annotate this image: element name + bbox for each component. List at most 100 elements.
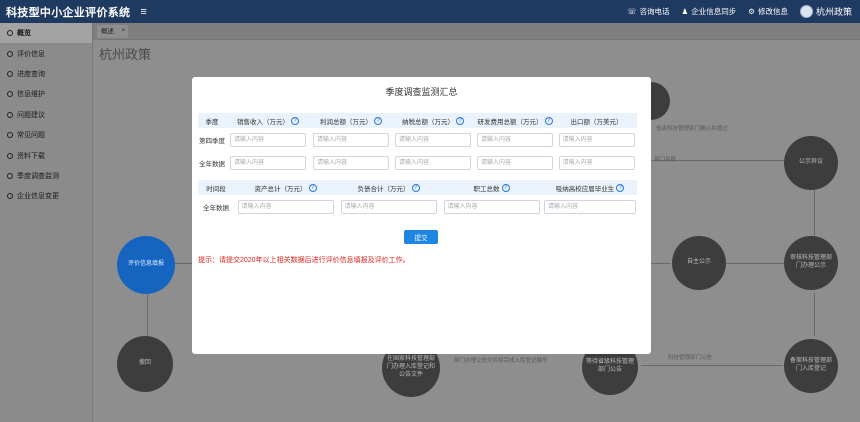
help-icon[interactable]: ? xyxy=(456,116,464,125)
sidebar-item-overview[interactable]: 概览 xyxy=(0,23,92,44)
sidebar-item-quarterly-survey[interactable]: 季度调查监测 xyxy=(0,166,92,186)
row-label: 全年数据 xyxy=(199,160,225,168)
header-cell: 销售收入（万元）? xyxy=(226,116,310,126)
tax-year-input[interactable] xyxy=(395,155,471,170)
top-right-actions: ☏ 咨询电话 ♟ 企业信息同步 ⚙ 修改信息 杭州政策 xyxy=(627,0,852,23)
liabilities-input[interactable] xyxy=(340,199,437,214)
circle-icon xyxy=(7,70,13,77)
edge-label: 科技管理部门公告 xyxy=(668,355,713,361)
help-icon[interactable]: ? xyxy=(411,183,420,192)
row-label: 全年数据 xyxy=(203,204,229,212)
submit-button[interactable]: 提交 xyxy=(404,230,438,244)
header-label: 纳税总额（万元） xyxy=(402,118,454,126)
circle-icon xyxy=(7,132,13,139)
sidebar-item-label: 季度调查监测 xyxy=(17,172,59,180)
sidebar-item-label: 企业信息变更 xyxy=(17,193,59,201)
header-label: 利润总额（万元） xyxy=(320,118,372,126)
export-year-input[interactable] xyxy=(558,155,635,170)
flow-edge xyxy=(651,263,671,264)
edit-info-label: 修改信息 xyxy=(757,7,788,16)
header-cell: 职工总数? xyxy=(440,183,543,193)
header-cell: 纳税总额（万元）? xyxy=(392,116,474,126)
rd-q4-input[interactable] xyxy=(477,132,553,147)
header-cell: 吸纳高校应届毕业生? xyxy=(543,183,637,193)
sidebar-item-label: 信息维护 xyxy=(17,91,45,99)
header-cell: 出口额（万美元） xyxy=(556,116,637,126)
sidebar-item-label: 概览 xyxy=(17,30,31,38)
help-icon[interactable]: ? xyxy=(291,116,299,125)
circle-icon xyxy=(7,193,13,200)
graduates-input[interactable] xyxy=(544,199,636,214)
sidebar-item-progress[interactable]: 进度查询 xyxy=(0,64,92,84)
edit-info-link[interactable]: ⚙ 修改信息 xyxy=(748,6,788,17)
header-label: 出口额（万美元） xyxy=(570,118,623,126)
header-cell: 负债合计（万元）? xyxy=(337,183,440,193)
phone-icon: ☏ xyxy=(627,7,637,16)
quarterly-table: 季度 销售收入（万元）? 利润总额（万元）? 纳税总额（万元）? 研发费用总额（… xyxy=(198,113,637,218)
flow-edge xyxy=(641,365,783,366)
edge-label: 部门办理公告文件和完成入库登记编号 xyxy=(454,358,548,364)
company-sync-link[interactable]: ♟ 企业信息同步 xyxy=(682,6,737,17)
sidebar-item-maintenance[interactable]: 信息维护 xyxy=(0,84,92,104)
sidebar-item-suggestions[interactable]: 问题建议 xyxy=(0,105,92,125)
sidebar: 概览 评价信息 进度查询 信息维护 问题建议 常见问题 资料下载 季度调查监测 … xyxy=(0,23,93,422)
header-cell: 利润总额（万元）? xyxy=(310,116,392,126)
flow-node-register[interactable]: 备案科技管理部门入库登记 xyxy=(784,339,838,393)
sidebar-item-company-change[interactable]: 企业信息变更 xyxy=(0,186,92,206)
header-cell: 季度 xyxy=(198,116,226,126)
flow-edge xyxy=(726,263,784,264)
hint-text: 提示：请提交2020年以上相关数据后进行评价信息填报及评价工作。 xyxy=(198,257,410,264)
export-q4-input[interactable] xyxy=(558,132,635,147)
close-icon[interactable]: × xyxy=(121,25,125,38)
flow-node-objection[interactable]: 公示异议 xyxy=(784,136,838,190)
header-label: 季度 xyxy=(205,118,219,126)
user-menu[interactable]: 杭州政策 xyxy=(799,5,852,18)
profit-q4-input[interactable] xyxy=(313,132,389,147)
rd-year-input[interactable] xyxy=(477,155,553,170)
header-label: 资产总计（万元） xyxy=(254,185,307,193)
flow-node-withdraw[interactable]: 撤回 xyxy=(117,336,173,392)
flow-node-self-publicity[interactable]: 自主公示 xyxy=(672,236,726,290)
table-row: 全年数据 xyxy=(198,195,637,218)
menu-icon[interactable]: ≡ xyxy=(140,6,146,18)
company-sync-label: 企业信息同步 xyxy=(691,7,737,16)
sidebar-item-label: 常见问题 xyxy=(17,132,45,140)
help-icon[interactable]: ? xyxy=(616,183,625,192)
sales-q4-input[interactable] xyxy=(230,132,306,147)
help-icon[interactable]: ? xyxy=(544,116,553,125)
table-header: 季度 销售收入（万元）? 利润总额（万元）? 纳税总额（万元）? 研发费用总额（… xyxy=(198,113,637,128)
tab-overview[interactable]: 概述 × xyxy=(97,24,128,38)
assets-input[interactable] xyxy=(237,199,334,214)
help-icon[interactable]: ? xyxy=(374,116,382,125)
flow-edge xyxy=(814,293,815,336)
header-cell: 时间段 xyxy=(198,183,234,193)
circle-icon xyxy=(7,111,13,118)
circle-icon xyxy=(7,50,13,57)
page-title: 杭州政策 xyxy=(99,47,152,62)
employees-input[interactable] xyxy=(443,199,540,214)
flow-node-fill-info[interactable]: 评价信息填报 xyxy=(117,236,175,294)
flow-node-audit-publicity[interactable]: 审核科技管理部门办理公示 xyxy=(784,236,838,290)
sidebar-item-faq[interactable]: 常见问题 xyxy=(0,125,92,145)
tab-label: 概述 xyxy=(101,27,114,35)
flow-edge xyxy=(147,293,148,336)
sales-year-input[interactable] xyxy=(230,155,306,170)
header-label: 研发费用总额（万元） xyxy=(477,118,543,126)
profit-year-input[interactable] xyxy=(313,155,389,170)
edge-label: 部门并联 xyxy=(654,157,677,163)
user-icon: ♟ xyxy=(681,7,689,16)
circle-icon xyxy=(7,152,13,159)
header-cell: 研发费用总额（万元）? xyxy=(474,116,556,126)
app-title: 科技型中小企业评价系统 xyxy=(6,6,131,19)
help-icon[interactable]: ? xyxy=(308,183,317,192)
help-icon[interactable]: ? xyxy=(501,183,510,192)
circle-icon xyxy=(7,30,13,37)
tax-q4-input[interactable] xyxy=(395,132,471,147)
consult-phone-link[interactable]: ☏ 咨询电话 xyxy=(627,6,669,17)
sidebar-item-downloads[interactable]: 资料下载 xyxy=(0,145,92,165)
header-label: 时间段 xyxy=(206,185,226,193)
sidebar-item-label: 评价信息 xyxy=(17,50,45,58)
quarterly-survey-modal: 季度调查监测汇总 季度 销售收入（万元）? 利润总额（万元）? 纳税总额（万元）… xyxy=(192,77,651,354)
sidebar-item-label: 资料下载 xyxy=(17,152,45,160)
sidebar-item-evaluation[interactable]: 评价信息 xyxy=(0,43,92,63)
